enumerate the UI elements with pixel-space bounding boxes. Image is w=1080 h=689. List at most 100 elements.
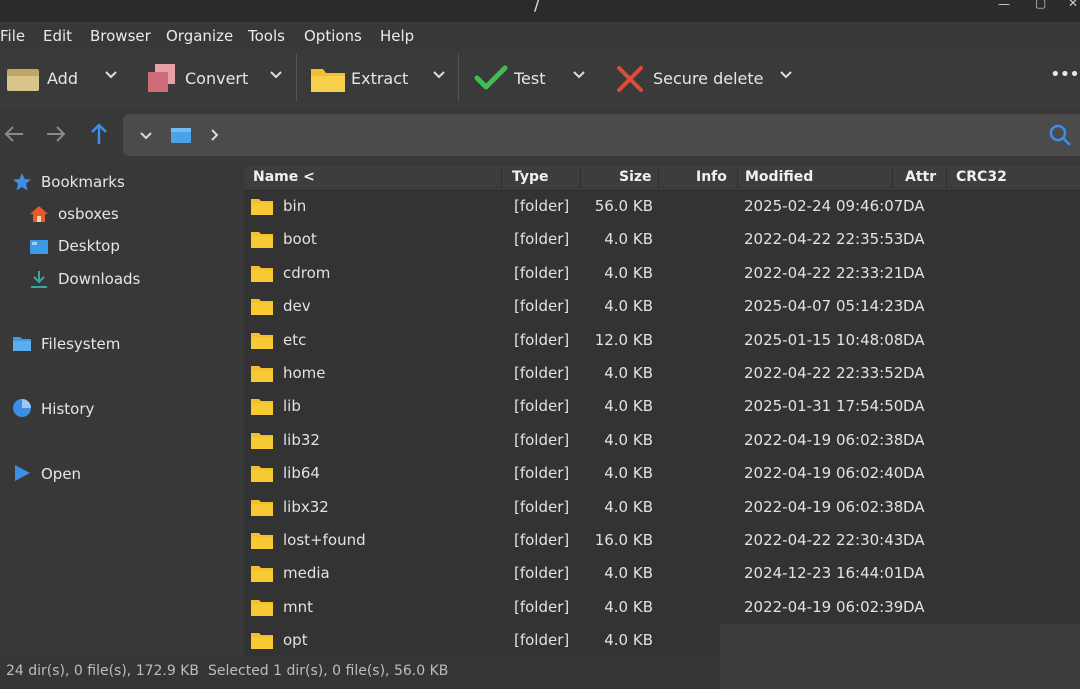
file-modified: 2022-04-19 06:02:40 <box>744 464 904 483</box>
menu-help[interactable]: Help <box>380 27 414 45</box>
sidebar-item-downloads[interactable]: Downloads <box>58 270 140 288</box>
folder-icon <box>251 566 273 583</box>
sidebar-open[interactable]: Open <box>41 465 81 483</box>
file-name: lib64 <box>283 464 320 483</box>
file-attr: DA <box>903 197 925 215</box>
test-dropdown-chevron-down-icon[interactable] <box>572 67 586 81</box>
table-row[interactable]: lib32 [folder] 4.0 KB 2022-04-19 06:02:38 DA <box>244 425 1080 458</box>
column-divider[interactable] <box>892 168 893 188</box>
file-modified: 2022-04-19 06:02:38 <box>744 430 904 449</box>
test-label: Test <box>514 69 546 88</box>
table-row[interactable]: cdrom [folder] 4.0 KB 2022-04-22 22:33:21 DA <box>244 258 1080 291</box>
file-modified: 2022-04-19 06:02:39 <box>744 597 904 616</box>
menu-file[interactable]: File <box>0 27 25 45</box>
history-icon <box>13 399 31 417</box>
table-row[interactable]: boot [folder] 4.0 KB 2022-04-22 22:35:53 DA <box>244 224 1080 257</box>
file-type: [folder] <box>514 464 570 483</box>
close-icon[interactable]: ✕ <box>1068 0 1078 10</box>
convert-dropdown-chevron-down-icon[interactable] <box>269 67 283 81</box>
empty-area <box>720 624 1080 689</box>
sidebar-item-desktop[interactable]: Desktop <box>58 237 120 255</box>
list-header: Name < Type Size Info Modified Attr CRC3… <box>244 166 1080 191</box>
column-header-modified[interactable]: Modified <box>745 169 813 185</box>
file-type: [folder] <box>514 397 570 416</box>
file-modified: 2024-12-23 16:44:01 <box>744 564 904 583</box>
history-chevron-down-icon[interactable] <box>139 128 153 142</box>
extract-label: Extract <box>351 69 409 88</box>
address-bar[interactable] <box>123 114 1080 156</box>
table-row[interactable]: lost+found [folder] 16.0 KB 2022-04-22 22:3… <box>244 525 1080 558</box>
menu-bar: File Edit Browser Organize Tools Options… <box>0 22 1080 48</box>
sidebar-history[interactable]: History <box>41 400 94 418</box>
forward-arrow-icon[interactable] <box>45 124 67 144</box>
sidebar-filesystem[interactable]: Filesystem <box>41 335 120 353</box>
file-size: 4.0 KB <box>604 430 653 449</box>
file-type: [folder] <box>514 230 570 249</box>
breadcrumb-chevron-right-icon[interactable] <box>209 128 219 142</box>
column-divider[interactable] <box>658 168 659 188</box>
folder-icon <box>251 499 273 516</box>
convert-button[interactable]: Convert <box>140 48 290 108</box>
file-name: opt <box>283 631 308 650</box>
column-header-crc32[interactable]: CRC32 <box>956 169 1007 185</box>
extract-dropdown-chevron-down-icon[interactable] <box>432 67 446 81</box>
table-row[interactable]: bin [folder] 56.0 KB 2025-02-24 09:46:07 DA <box>244 191 1080 224</box>
toolbar-separator <box>296 54 297 102</box>
menu-options[interactable]: Options <box>304 27 362 45</box>
extract-button[interactable]: Extract <box>305 48 455 108</box>
maximize-icon[interactable]: ▢ <box>1035 0 1046 10</box>
column-header-info[interactable]: Info <box>696 169 727 185</box>
table-row[interactable]: media [folder] 4.0 KB 2024-12-23 16:44:01 DA <box>244 558 1080 591</box>
sidebar-bookmarks[interactable]: Bookmarks <box>41 173 125 191</box>
secure-delete-button[interactable]: Secure delete <box>612 48 802 108</box>
column-header-type[interactable]: Type <box>512 169 549 185</box>
folder-icon <box>251 199 273 215</box>
menu-tools[interactable]: Tools <box>248 27 285 45</box>
file-modified: 2025-01-15 10:48:08 <box>744 330 904 349</box>
folder-icon <box>251 599 273 616</box>
column-header-attr[interactable]: Attr <box>905 169 936 185</box>
window-title: / <box>534 0 541 15</box>
file-attr: DA <box>903 597 925 616</box>
sidebar-item-osboxes[interactable]: osboxes <box>58 205 119 223</box>
folder-icon <box>251 265 273 282</box>
table-row[interactable]: mnt [folder] 4.0 KB 2022-04-19 06:02:39 DA <box>244 592 1080 625</box>
root-drive-icon[interactable] <box>170 126 192 144</box>
menu-browser[interactable]: Browser <box>90 27 151 45</box>
file-modified: 2022-04-22 22:35:53 <box>744 230 904 249</box>
add-button[interactable]: Add <box>0 48 130 108</box>
file-name: bin <box>283 197 307 215</box>
column-header-name[interactable]: Name < <box>253 169 315 185</box>
file-attr: DA <box>903 531 925 549</box>
table-row[interactable]: libx32 [folder] 4.0 KB 2022-04-19 06:02:38 D… <box>244 492 1080 525</box>
search-icon[interactable] <box>1048 123 1072 147</box>
secure-delete-dropdown-chevron-down-icon[interactable] <box>779 67 793 81</box>
file-type: [folder] <box>514 297 570 316</box>
table-row[interactable]: lib [folder] 4.0 KB 2025-01-31 17:54:50 DA <box>244 391 1080 424</box>
menu-edit[interactable]: Edit <box>43 27 72 45</box>
more-options-icon[interactable]: ••• <box>1050 64 1080 85</box>
column-divider[interactable] <box>737 168 738 188</box>
file-size: 12.0 KB <box>594 330 653 349</box>
table-row[interactable]: home [folder] 4.0 KB 2022-04-22 22:33:52 DA <box>244 358 1080 391</box>
column-header-size[interactable]: Size <box>619 169 652 185</box>
file-name: cdrom <box>283 263 331 282</box>
star-icon <box>13 173 31 191</box>
add-dropdown-chevron-down-icon[interactable] <box>104 67 118 81</box>
minimize-icon[interactable]: — <box>998 0 1010 11</box>
folder-icon <box>251 299 273 316</box>
file-type: [folder] <box>514 197 570 215</box>
column-divider[interactable] <box>946 168 947 188</box>
column-divider[interactable] <box>501 168 502 188</box>
menu-organize[interactable]: Organize <box>166 27 233 45</box>
table-row[interactable]: lib64 [folder] 4.0 KB 2022-04-19 06:02:40 DA <box>244 458 1080 491</box>
file-size: 4.0 KB <box>604 631 653 650</box>
up-arrow-icon[interactable] <box>89 122 109 146</box>
test-button[interactable]: Test <box>470 48 590 108</box>
back-arrow-icon[interactable] <box>3 124 25 144</box>
column-divider[interactable] <box>580 168 581 188</box>
file-modified: 2025-02-24 09:46:07 <box>744 197 904 215</box>
table-row[interactable]: etc [folder] 12.0 KB 2025-01-15 10:48:08 DA <box>244 325 1080 358</box>
table-row[interactable]: dev [folder] 4.0 KB 2025-04-07 05:14:23 DA <box>244 291 1080 324</box>
file-type: [folder] <box>514 263 570 282</box>
